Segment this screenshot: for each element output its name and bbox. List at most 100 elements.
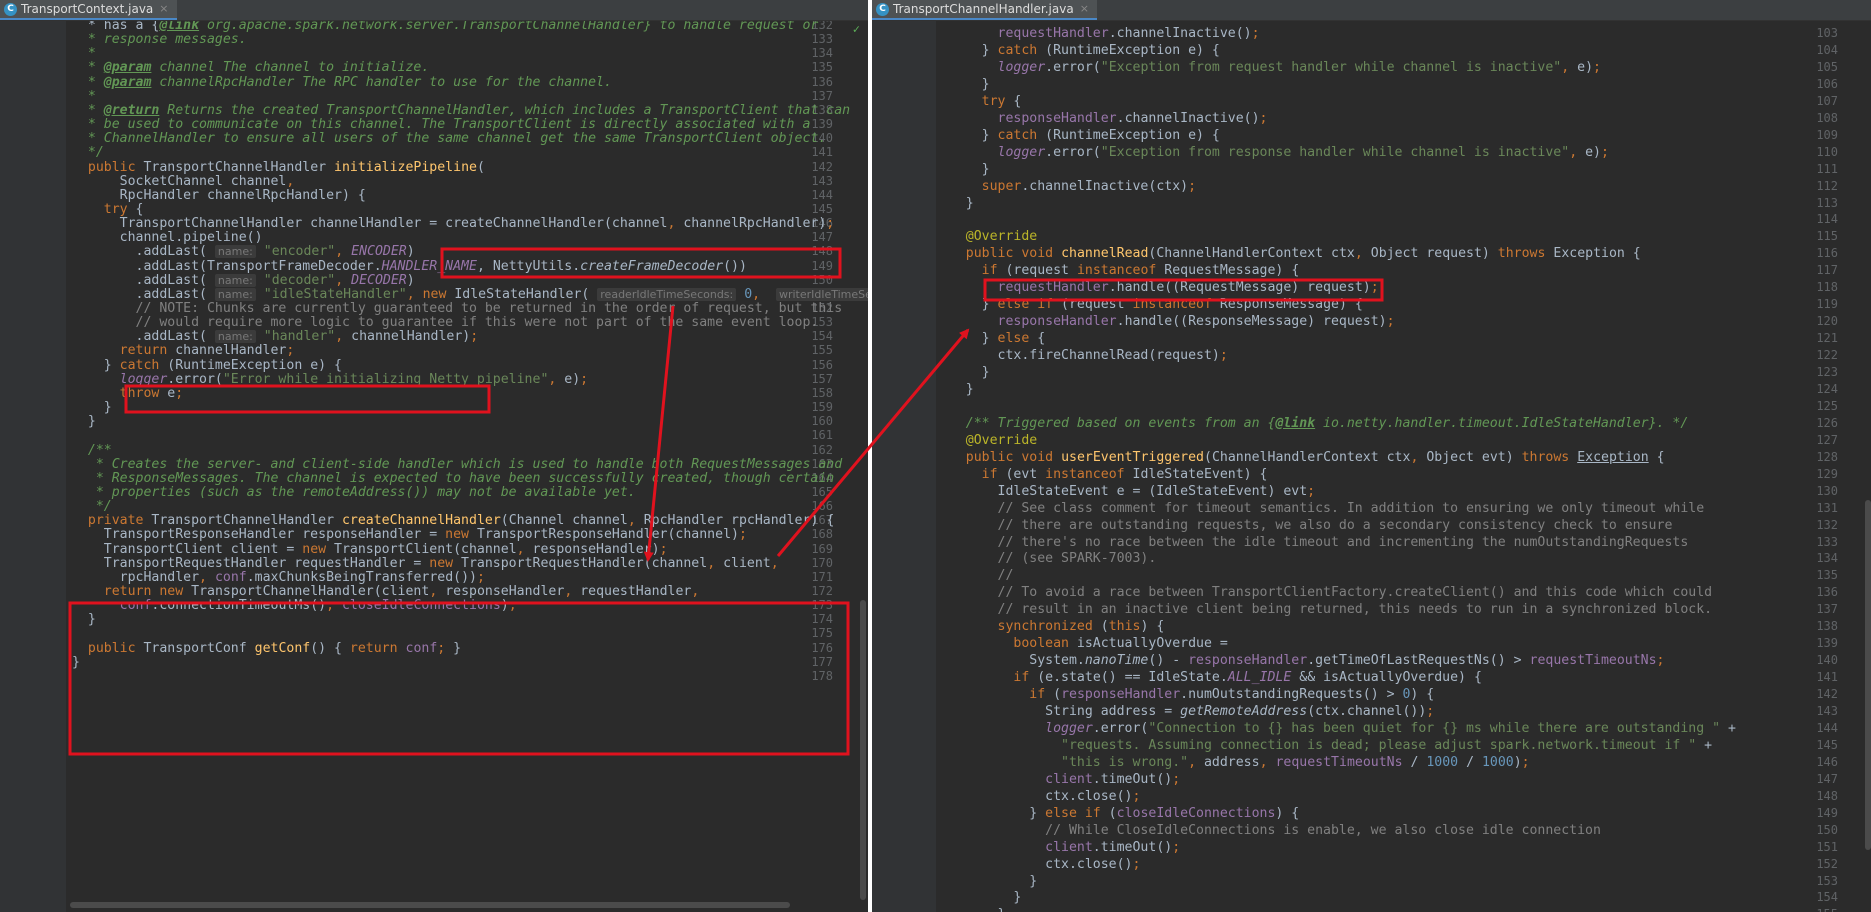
code-line[interactable]: } bbox=[934, 161, 990, 178]
code-line[interactable]: } bbox=[934, 906, 1006, 912]
inspection-ok-icon[interactable]: ✓ bbox=[853, 22, 860, 36]
code-token: throw bbox=[119, 385, 160, 401]
code-line[interactable]: } else { bbox=[934, 330, 1046, 347]
left-code-area[interactable]: 132 * has a {@link org.apache.spark.netw… bbox=[0, 0, 868, 912]
code-token: name: bbox=[214, 287, 256, 301]
code-line[interactable]: responseHandler.handle((ResponseMessage)… bbox=[934, 313, 1395, 330]
code-token: , bbox=[1188, 754, 1197, 770]
code-line[interactable]: logger.error("Exception from response ha… bbox=[934, 144, 1609, 161]
code-token: conf bbox=[405, 640, 438, 656]
code-token: Object request) bbox=[1362, 246, 1498, 262]
code-line[interactable]: conf.connectionTimeoutMs(), closeIdleCon… bbox=[72, 597, 517, 614]
code-token: .handle((ResponseMessage) request) bbox=[1116, 314, 1387, 330]
code-line[interactable]: // See class comment for timeout semanti… bbox=[934, 500, 1705, 517]
code-line[interactable]: // there are outstanding requests, we al… bbox=[934, 517, 1673, 534]
code-line[interactable]: * properties (such as the remoteAddress(… bbox=[72, 484, 636, 501]
close-icon[interactable]: × bbox=[159, 0, 168, 19]
code-line[interactable]: } catch (RuntimeException e) { bbox=[934, 42, 1220, 59]
code-line[interactable]: client.timeOut(); bbox=[934, 839, 1180, 856]
right-code-area[interactable]: 103 requestHandler.channelInactive(); 104… bbox=[872, 0, 1871, 912]
code-line[interactable]: @Override bbox=[934, 228, 1037, 245]
code-line[interactable]: requestHandler.channelInactive(); bbox=[934, 25, 1260, 42]
code-line[interactable]: ctx.close(); bbox=[934, 856, 1140, 873]
close-icon[interactable]: × bbox=[1080, 0, 1089, 19]
code-token: getConf bbox=[254, 640, 311, 656]
code-line[interactable]: responseHandler.channelInactive(); bbox=[934, 110, 1268, 127]
code-line[interactable]: logger.error("Exception from request han… bbox=[934, 59, 1601, 76]
code-line[interactable]: // there's no race between the idle time… bbox=[934, 534, 1689, 551]
code-line[interactable]: } bbox=[934, 364, 990, 381]
code-token: ; bbox=[1600, 144, 1609, 160]
code-line[interactable]: // While CloseIdleConnections is enable,… bbox=[934, 822, 1601, 839]
code-line[interactable]: requestHandler.handle((RequestMessage) r… bbox=[934, 279, 1379, 296]
code-line[interactable]: /** Triggered based on events from an {@… bbox=[934, 415, 1689, 432]
code-line[interactable]: // (see SPARK-7003). bbox=[934, 550, 1157, 567]
tab-transport-context[interactable]: C TransportContext.java × bbox=[0, 0, 177, 20]
code-line[interactable]: // bbox=[934, 567, 1014, 584]
code-token: ; bbox=[1251, 26, 1260, 41]
code-line[interactable]: super.channelInactive(ctx); bbox=[934, 178, 1196, 195]
code-line[interactable]: // To avoid a race between TransportClie… bbox=[934, 584, 1713, 601]
code-line[interactable]: } bbox=[72, 413, 96, 430]
code-token: name: bbox=[214, 330, 256, 344]
right-vertical-scrollbar[interactable] bbox=[1865, 500, 1871, 850]
code-token: (request bbox=[997, 263, 1077, 279]
code-token: public bbox=[87, 640, 136, 656]
code-line[interactable]: client.timeOut(); bbox=[934, 771, 1180, 788]
code-line[interactable]: } bbox=[934, 889, 1021, 906]
code-token: // (see SPARK-7003). bbox=[934, 551, 1157, 567]
code-token: .timeOut() bbox=[1092, 839, 1173, 855]
code-line[interactable]: try { bbox=[934, 93, 1022, 110]
code-token: NettyUtils. bbox=[484, 258, 581, 274]
code-line[interactable]: } bbox=[72, 654, 80, 671]
line-number: 140 bbox=[1816, 653, 1838, 668]
code-line[interactable]: } else if (closeIdleConnections) { bbox=[934, 805, 1299, 822]
code-token: getRemoteAddress bbox=[1180, 704, 1308, 719]
code-line[interactable]: * @param channelRpcHandler The RPC handl… bbox=[72, 74, 612, 91]
code-line[interactable]: if (request instanceof RequestMessage) { bbox=[934, 262, 1300, 279]
left-vertical-scrollbar[interactable] bbox=[860, 600, 866, 900]
code-line[interactable]: public void channelRead(ChannelHandlerCo… bbox=[934, 245, 1641, 262]
code-line[interactable]: } bbox=[934, 873, 1037, 890]
code-line[interactable]: } bbox=[72, 611, 96, 628]
line-number: 111 bbox=[1816, 161, 1838, 176]
code-line[interactable]: public TransportConf getConf() { return … bbox=[72, 640, 461, 657]
code-token: .channelInactive(ctx) bbox=[1021, 178, 1189, 194]
code-line[interactable]: @Override bbox=[934, 432, 1037, 449]
code-line[interactable]: boolean isActuallyOverdue = bbox=[934, 635, 1227, 652]
left-horizontal-scrollbar[interactable] bbox=[70, 902, 790, 908]
code-line[interactable]: } catch (RuntimeException e) { bbox=[934, 127, 1220, 144]
code-token: "this is wrong." bbox=[1061, 754, 1189, 770]
code-line[interactable]: IdleStateEvent e = (IdleStateEvent) evt; bbox=[934, 483, 1316, 500]
code-token: .error( bbox=[1045, 59, 1101, 75]
code-line[interactable]: "this is wrong.", address, requestTimeou… bbox=[934, 754, 1530, 771]
code-line[interactable]: * ChannelHandler to ensure all users of … bbox=[72, 130, 826, 147]
code-line[interactable]: } bbox=[934, 381, 974, 398]
code-line[interactable]: synchronized (this) { bbox=[934, 618, 1165, 635]
code-line[interactable]: public void userEventTriggered(ChannelHa… bbox=[934, 449, 1665, 466]
tab-transport-channel-handler[interactable]: C TransportChannelHandler.java × bbox=[872, 0, 1097, 20]
code-line[interactable]: } else if (request instanceof ResponseMe… bbox=[934, 296, 1363, 313]
code-line[interactable]: * response messages. bbox=[72, 31, 247, 48]
code-line[interactable]: // result in an inactive client being re… bbox=[934, 601, 1713, 618]
code-line[interactable]: } bbox=[934, 195, 974, 212]
code-token: , bbox=[326, 598, 335, 614]
code-line[interactable]: "requests. Assuming connection is dead; … bbox=[934, 737, 1712, 754]
code-line[interactable]: } bbox=[934, 76, 990, 93]
code-line[interactable]: if (evt instanceof IdleStateEvent) { bbox=[934, 466, 1268, 483]
code-line[interactable]: ctx.close(); bbox=[934, 788, 1140, 805]
code-line[interactable]: logger.error("Connection to {} has been … bbox=[934, 720, 1736, 737]
code-token: ) { bbox=[1410, 687, 1435, 703]
code-token: logger bbox=[1045, 720, 1093, 736]
line-number: 112 bbox=[1816, 178, 1838, 193]
code-token: ( bbox=[1100, 805, 1117, 821]
code-line[interactable]: if (e.state() == IdleState.ALL_IDLE && i… bbox=[934, 669, 1481, 686]
code-line[interactable]: ctx.fireChannelRead(request); bbox=[934, 347, 1228, 364]
code-line[interactable]: System.nanoTime() - responseHandler.getT… bbox=[934, 652, 1664, 669]
code-line[interactable]: if (responseHandler.numOutstandingReques… bbox=[934, 686, 1434, 703]
code-line[interactable]: String address = getRemoteAddress(ctx.ch… bbox=[934, 703, 1434, 720]
code-token: boolean bbox=[1013, 636, 1069, 652]
